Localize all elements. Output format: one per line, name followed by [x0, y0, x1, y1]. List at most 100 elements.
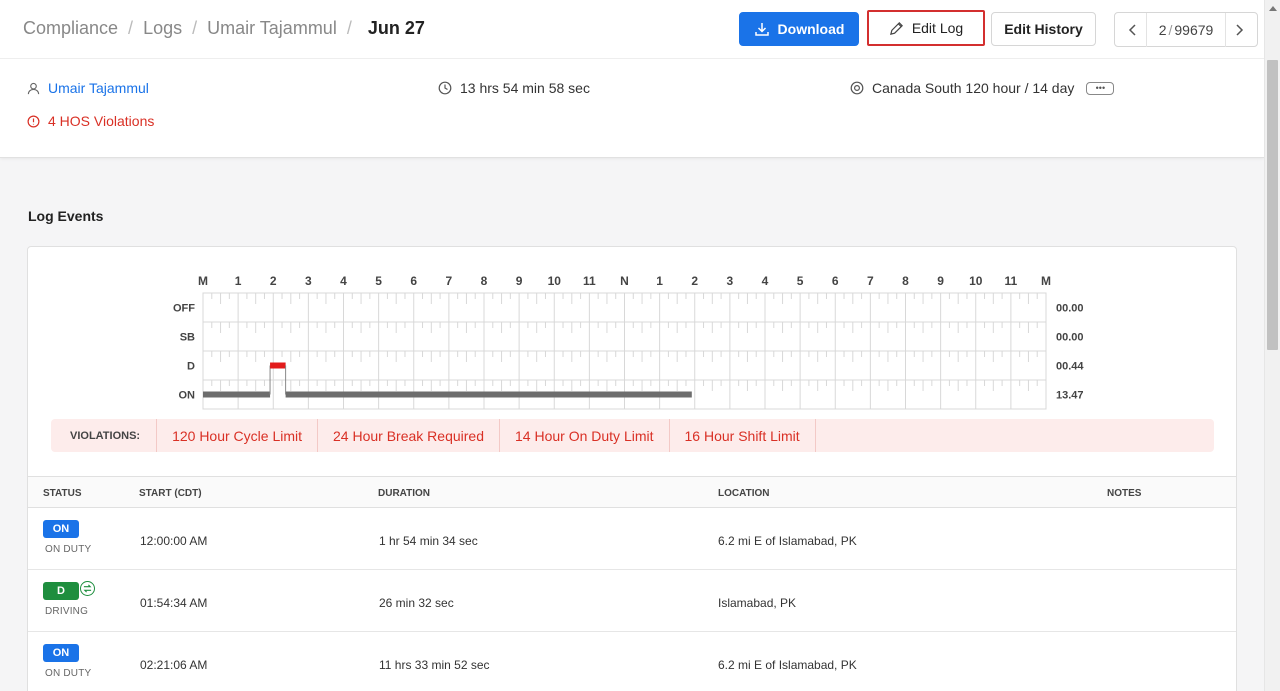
ruleset-text: Canada South 120 hour / 14 day [872, 80, 1075, 96]
status-text: ON DUTY [45, 668, 92, 679]
chart-hour-label: 5 [797, 274, 804, 288]
status-badge: ON [43, 520, 79, 538]
duration: 26 min 32 sec [379, 596, 454, 610]
duration: 11 hrs 33 min 52 sec [379, 658, 490, 672]
pager-current: 2 [1158, 21, 1167, 38]
violation-16-hour-shift[interactable]: 16 Hour Shift Limit [670, 419, 816, 452]
chart-hour-label: 9 [516, 274, 523, 288]
hos-log-chart: M 1 2 3 4 5 6 7 8 9 10 11 N 1 2 3 4 5 6 7 8 9 10 11 M OFF 00.00 SB 0… [173, 274, 1084, 410]
download-icon [754, 23, 769, 36]
edit-log-button[interactable]: Edit Log [867, 10, 985, 46]
breadcrumb-separator: / [346, 18, 352, 38]
violation-120-hour-cycle[interactable]: 120 Hour Cycle Limit [157, 419, 319, 452]
clock-icon [438, 81, 452, 95]
location: 6.2 mi E of Islamabad, PK [718, 658, 857, 672]
violations-label: VIOLATIONS: [51, 419, 158, 452]
chart-hour-label: 8 [481, 274, 488, 288]
chart-row-label: ON [179, 390, 196, 402]
chart-status-segment [270, 362, 286, 369]
chart-row-total: 00.00 [1056, 332, 1084, 344]
table-row[interactable]: D DRIVING 01:54:34 AM 26 min 32 sec Isla… [28, 570, 1236, 632]
pager-total: 99679 [1174, 21, 1214, 38]
chart-hour-label: 3 [727, 274, 734, 288]
breadcrumb-logs[interactable]: Logs [143, 18, 182, 39]
column-notes: NOTES [1107, 488, 1142, 499]
chart-hour-label: 5 [375, 274, 382, 288]
column-location: LOCATION [718, 488, 770, 499]
chevron-right-icon [1236, 23, 1244, 36]
duration-text: 13 hrs 54 min 58 sec [460, 80, 590, 96]
breadcrumb-compliance[interactable]: Compliance [23, 18, 118, 39]
download-button[interactable]: Download [739, 12, 859, 46]
ruleset-info: Canada South 120 hour / 14 day ••• [850, 80, 1115, 96]
status-cell: ON ON DUTY [43, 644, 123, 679]
chart-hour-label: 8 [902, 274, 909, 288]
driver-link[interactable]: Umair Tajammul [27, 80, 149, 96]
chart-row-total: 00.44 [1056, 361, 1084, 373]
next-log-button[interactable] [1227, 18, 1251, 42]
table-row[interactable]: ON ON DUTY 02:21:06 AM 11 hrs 33 min 52 … [28, 632, 1236, 691]
total-duration: 13 hrs 54 min 58 sec [438, 80, 590, 96]
duration: 1 hr 54 min 34 sec [379, 534, 478, 548]
chart-row-label: SB [180, 332, 195, 344]
edit-history-button[interactable]: Edit History [991, 12, 1096, 46]
more-icon[interactable]: ••• [1086, 81, 1115, 95]
edit-history-label: Edit History [1004, 21, 1083, 37]
log-header: Compliance / Logs / Umair Tajammul / Jun… [0, 0, 1264, 158]
page-title: Jun 27 [367, 18, 425, 38]
violations-bar: VIOLATIONS: 120 Hour Cycle Limit 24 Hour… [51, 419, 1214, 452]
scrollbar-thumb[interactable] [1267, 60, 1278, 350]
alert-circle-icon [27, 115, 40, 127]
column-duration: DURATION [378, 488, 431, 499]
chart-hour-label: 10 [969, 274, 983, 288]
breadcrumb: Compliance / Logs / Umair Tajammul / Jun… [23, 18, 425, 39]
chart-hour-label: 1 [656, 274, 663, 288]
status-text: ON DUTY [45, 544, 92, 555]
previous-log-button[interactable] [1121, 18, 1145, 42]
start-time: 01:54:34 AM [140, 596, 208, 610]
page-scrollbar[interactable] [1264, 0, 1280, 691]
hos-violations-summary[interactable]: 4 HOS Violations [27, 113, 154, 129]
chart-hour-label: 7 [867, 274, 874, 288]
breadcrumb-separator: / [192, 18, 198, 38]
chart-status-segment [285, 391, 692, 398]
violation-24-hour-break[interactable]: 24 Hour Break Required [318, 419, 500, 452]
pencil-icon [889, 21, 903, 35]
table-row[interactable]: ON ON DUTY 12:00:00 AM 1 hr 54 min 34 se… [28, 508, 1236, 570]
table-header: STATUS START (CDT) DURATION LOCATION NOT… [28, 476, 1236, 508]
violation-14-hour-on-duty[interactable]: 14 Hour On Duty Limit [500, 419, 670, 452]
chart-hour-label: 10 [548, 274, 562, 288]
violations-count: 4 HOS Violations [48, 113, 155, 129]
chart-hour-label: 9 [937, 274, 944, 288]
start-time: 12:00:00 AM [140, 534, 208, 548]
column-start: START (CDT) [139, 488, 202, 499]
chart-status-segment [203, 391, 271, 398]
column-status: STATUS [43, 488, 82, 499]
status-badge: ON [43, 644, 79, 662]
pager-slash: / [1168, 21, 1173, 38]
location: 6.2 mi E of Islamabad, PK [718, 534, 857, 548]
chevron-left-icon [1128, 23, 1136, 36]
section-title: Log Events [28, 208, 104, 224]
chart-hour-label: 4 [762, 274, 769, 288]
breadcrumb-driver[interactable]: Umair Tajammul [207, 18, 337, 39]
scroll-up-arrow-icon[interactable] [1265, 0, 1280, 16]
chart-row-label: D [187, 361, 195, 373]
chart-hour-label: 6 [832, 274, 839, 288]
chart-hour-label: 3 [305, 274, 312, 288]
chart-hour-label: M [1041, 274, 1051, 288]
target-icon [850, 81, 864, 95]
chart-row-label: OFF [173, 303, 195, 315]
chart-hour-label: 2 [691, 274, 698, 288]
chart-hour-label: 1 [235, 274, 242, 288]
breadcrumb-separator: / [128, 18, 134, 38]
header-divider [0, 58, 1264, 59]
status-badge: D [43, 582, 79, 600]
user-icon [27, 82, 40, 94]
edit-log-label: Edit Log [911, 20, 964, 36]
status-cell: ON ON DUTY [43, 520, 123, 555]
chart-hour-label: 11 [1005, 274, 1018, 288]
status-text: DRIVING [45, 606, 89, 617]
chart-hour-label: 2 [270, 274, 277, 288]
chart-hour-label: 4 [340, 274, 347, 288]
